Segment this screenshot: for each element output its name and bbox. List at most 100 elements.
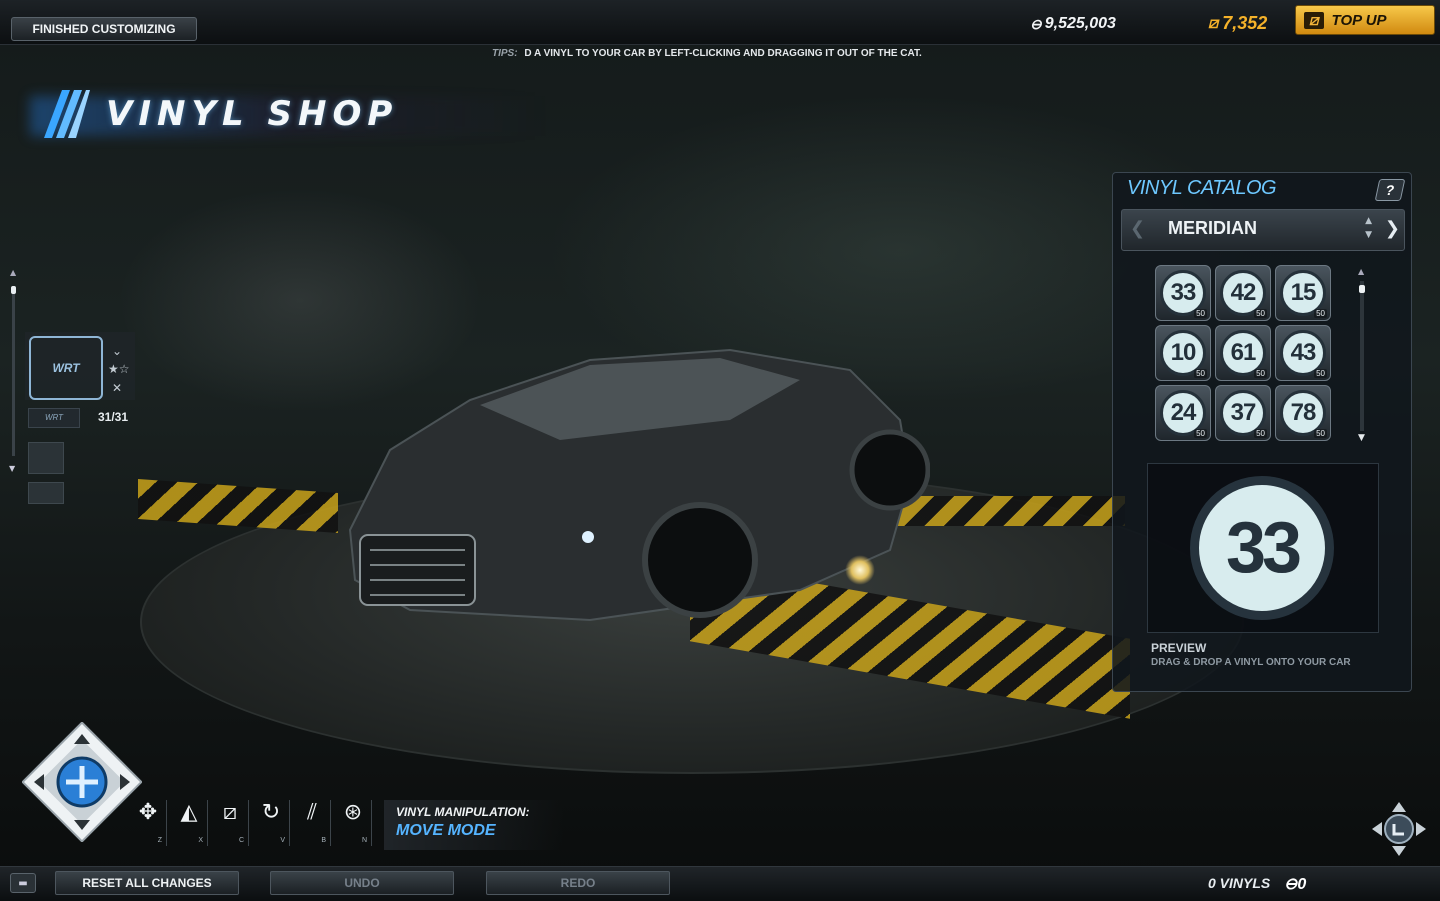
chat-icon[interactable]: ▬ (10, 873, 36, 893)
vinyl-item-37[interactable]: 37 50 (1215, 385, 1271, 441)
shortcut-key: B (321, 837, 326, 844)
scroll-thumb[interactable] (11, 286, 16, 294)
credits-display: ⊖ 9,525,003 (1030, 15, 1116, 33)
vinyl-catalog-panel: VINYL CATALOG ? ❮ MERIDIAN ▲ ▼ ❯ 33 50 42 5… (1112, 172, 1412, 692)
scroll-up-icon[interactable]: ▲ (10, 268, 16, 277)
vinyl-shop-logo-icon (44, 90, 90, 138)
vinyl-cost: 50 (1314, 309, 1327, 318)
vinyl-cost: 50 (1194, 309, 1207, 318)
manipulation-toolbar: ✥ Z ◭ X ⧄ C ↻ V ⫽ B ⊛ N (130, 800, 372, 846)
flip-tool-button[interactable]: ⫽ B (294, 800, 331, 846)
vinyl-cost: 50 (1254, 369, 1267, 378)
help-button[interactable]: ? (1374, 179, 1406, 201)
preview-hint: DRAG & DROP A VINYL ONTO YOUR CAR (1151, 657, 1351, 668)
vinyl-grid: 33 50 42 50 15 50 10 50 61 50 43 50 24 50 37 50 … (1155, 265, 1339, 449)
scroll-down-icon[interactable]: ▼ (1358, 433, 1365, 443)
close-icon[interactable]: ✕ (112, 381, 122, 395)
category-label: MERIDIAN (1168, 218, 1257, 238)
tips-bar: TIPS: D A VINYL TO YOUR CAR BY LEFT-CLIC… (492, 48, 922, 59)
reset-all-changes-button[interactable]: RESET ALL CHANGES (55, 871, 239, 895)
skew-tool-button[interactable]: ⧄ C (212, 800, 249, 846)
vinyl-cost: 50 (1314, 429, 1327, 438)
move-icon: ✥ (138, 800, 158, 825)
vinyl-item-42[interactable]: 42 50 (1215, 265, 1271, 321)
scale-icon: ◭ (180, 800, 198, 825)
boost-value: 7,352 (1222, 13, 1268, 33)
preview-vinyl-number: 33 (1190, 476, 1334, 620)
selected-layer-thumbnail[interactable]: WRT (29, 336, 103, 400)
chevron-right-icon[interactable]: ❯ (1385, 218, 1400, 239)
catalog-scrollbar[interactable]: ▲ ▼ (1357, 267, 1367, 447)
hazard-stripe (138, 479, 338, 533)
color-tool-button[interactable]: ⊛ N (335, 800, 372, 846)
bottom-bar: ▬ RESET ALL CHANGES UNDO REDO 0 VINYLS ⊖… (0, 866, 1440, 901)
layer-thumb-text: WRT (52, 361, 80, 375)
shortcut-key: C (238, 837, 244, 844)
catalog-title: VINYL CATALOG (1127, 177, 1277, 199)
camera-control-icon[interactable] (1370, 800, 1428, 858)
boost-icon: ⧄ (1304, 11, 1324, 29)
page-title-group: VINYL SHOP (40, 86, 398, 142)
vinyls-cost-value: 0 (1297, 876, 1307, 893)
work-lamp (845, 555, 875, 585)
tips-label: TIPS: (492, 48, 518, 59)
vinyl-item-43[interactable]: 43 50 (1275, 325, 1331, 381)
layer-scrollbar[interactable]: ▲ ▼ (6, 268, 20, 478)
boost-icon: ⧄ (1208, 14, 1219, 32)
finished-customizing-button[interactable]: FINISHED CUSTOMIZING (11, 17, 197, 41)
vinyl-item-10[interactable]: 10 50 (1155, 325, 1211, 381)
category-selector[interactable]: ❮ MERIDIAN ▲ ▼ ❯ (1121, 209, 1405, 251)
vinyl-item-24[interactable]: 24 50 (1155, 385, 1211, 441)
top-up-button[interactable]: ⧄ TOP UP (1295, 5, 1435, 35)
spinner-icon[interactable]: ▲ ▼ (1365, 214, 1372, 242)
top-up-label: TOP UP (1331, 11, 1387, 29)
scroll-down-icon[interactable]: ▼ (9, 464, 15, 473)
shortcut-key: Z (157, 837, 162, 844)
shortcut-key: V (280, 837, 285, 844)
manipulation-mode: MOVE MODE (396, 822, 496, 839)
skew-icon: ⧄ (223, 800, 237, 825)
movement-dpad[interactable] (22, 722, 142, 842)
scale-tool-button[interactable]: ◭ X (171, 800, 208, 846)
vinyl-cost: 50 (1314, 369, 1327, 378)
vinyl-item-33[interactable]: 33 50 (1155, 265, 1211, 321)
layer-item[interactable] (28, 442, 64, 474)
move-tool-button[interactable]: ✥ Z (130, 800, 167, 846)
layer-count: 31/31 (98, 410, 129, 424)
shortcut-key: N (361, 837, 367, 844)
undo-button[interactable]: UNDO (270, 871, 454, 895)
chevron-left-icon[interactable]: ❮ (1130, 218, 1145, 239)
redo-button[interactable]: REDO (486, 871, 670, 895)
vinyl-cost: 50 (1194, 429, 1207, 438)
scroll-thumb[interactable] (1359, 285, 1365, 293)
page-title: VINYL SHOP (106, 94, 399, 134)
vinyl-cost: 50 (1194, 369, 1207, 378)
boost-display: ⧄ 7,352 (1208, 13, 1267, 34)
stars-icon[interactable]: ★☆ (108, 362, 130, 376)
vinyl-item-61[interactable]: 61 50 (1215, 325, 1271, 381)
layer-item[interactable]: WRT (28, 408, 80, 428)
rotate-tool-button[interactable]: ↻ V (253, 800, 290, 846)
color-icon: ⊛ (343, 800, 363, 825)
vinyl-item-15[interactable]: 15 50 (1275, 265, 1331, 321)
vinyl-preview: 33 (1147, 463, 1379, 633)
credits-value: 9,525,003 (1044, 15, 1116, 32)
vinyls-cost: ⊖0 (1284, 874, 1306, 894)
vinyl-cost: 50 (1254, 309, 1267, 318)
credits-icon: ⊖ (1030, 15, 1042, 32)
credits-icon: ⊖ (1284, 876, 1298, 893)
scroll-up-icon[interactable]: ▲ (1358, 267, 1364, 276)
top-bar: FINISHED CUSTOMIZING ⊖ 9,525,003 ⧄ 7,352… (0, 0, 1440, 45)
layer-item-text: WRT (44, 413, 64, 422)
chevron-down-icon[interactable]: ⌄ (112, 344, 122, 358)
vinyls-count: 0 VINYLS (1208, 875, 1271, 891)
vinyl-item-78[interactable]: 78 50 (1275, 385, 1331, 441)
shortcut-key: X (198, 837, 203, 844)
layer-item[interactable] (28, 482, 64, 504)
rotate-icon: ↻ (261, 800, 281, 825)
car-model[interactable] (330, 330, 930, 630)
manipulation-label: VINYL MANIPULATION: (396, 805, 530, 819)
vinyl-cost: 50 (1254, 429, 1267, 438)
preview-label: PREVIEW (1151, 641, 1207, 655)
tips-text: D A VINYL TO YOUR CAR BY LEFT-CLICKING A… (524, 48, 922, 59)
